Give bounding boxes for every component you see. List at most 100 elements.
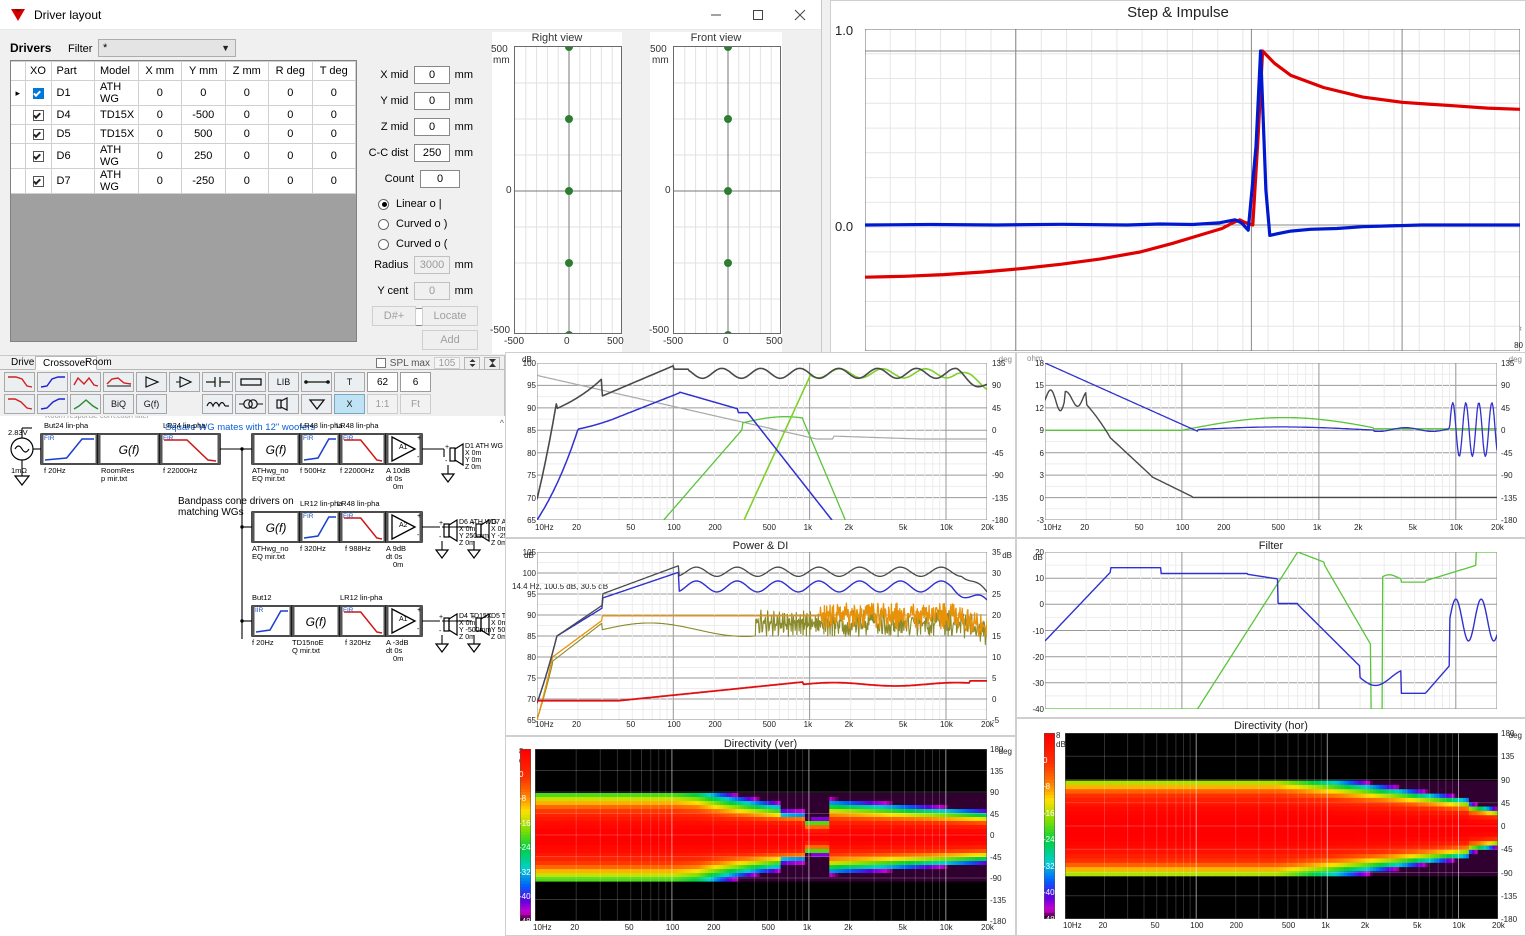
radio-icon[interactable] [378,218,389,230]
colorbar-tick-neg48: -48 [1043,915,1055,924]
ytick-90: 90 [992,381,1001,391]
front-view-title: Front view [690,32,742,44]
ytick-30: 30 [992,569,1001,578]
step-impulse-ytick-1: 1.0 [835,23,854,38]
xo-checkbox[interactable] [32,150,44,162]
maximize-icon[interactable] [737,0,779,30]
delete-tool-button[interactable]: X [334,394,365,414]
step-impulse-plot[interactable] [865,29,1520,351]
table-row[interactable]: D6 ATH WG 0 250 0 0 0 [11,143,356,169]
library-button[interactable]: LIB [268,372,299,392]
filter-plot[interactable] [1045,552,1497,709]
xo-checkbox[interactable] [32,109,44,121]
inductor-icon[interactable] [202,394,233,414]
schematic-black-note: Bandpass cone drivers on matching WGs [178,496,294,518]
lowpass2-filter-icon[interactable] [37,394,68,414]
ytick-80: 80 [527,448,536,458]
cell-x: 0 [137,105,182,125]
xtick-10k: 10k [1449,523,1463,532]
param-input-ccdist[interactable]: 250 [414,144,450,162]
cell-y: -250 [181,168,226,194]
spl-max-value[interactable]: 105 [434,357,460,369]
lowpass-filter-icon[interactable] [37,372,68,392]
table-row[interactable]: D5 TD15X 0 500 0 0 0 [11,124,356,144]
ytick-65: 65 [527,716,536,725]
add-button[interactable]: Add [422,330,478,350]
toolbar-number-left[interactable]: 62 [367,372,398,392]
close-icon[interactable] [779,0,821,30]
transfer-function-button[interactable]: G(f) [136,394,167,414]
cell-part: D5 [50,124,95,144]
buffer-icon[interactable] [169,372,200,392]
bell-filter-icon[interactable] [70,394,101,414]
tab-room[interactable]: Room [78,356,119,370]
highpass-filter-icon[interactable] [4,372,35,392]
directivity-hor-plot[interactable] [1065,733,1498,919]
table-header-row: XO Part Model X mm Y mm Z mm R deg T deg [11,61,356,81]
capacitor-icon[interactable] [202,372,233,392]
right-view-ybottom: -500 [490,325,511,336]
schematic-label: f 20Hz [252,638,274,647]
xtick-5k: 5k [1413,921,1422,930]
arrangement-option-2[interactable]: Curved o ( [368,234,473,254]
radio-icon[interactable] [378,238,389,250]
ytick-15: 15 [992,632,1001,641]
schematic-label: LR48 lin-pha [337,499,380,508]
table-row[interactable]: D7 ATH WG 0 -250 0 0 0 [11,168,356,194]
arrangement-option-1[interactable]: Curved o ) [368,214,473,234]
directivity-ver-plot[interactable] [535,749,987,921]
param-input-ymid[interactable]: 0 [414,92,450,110]
toolbar-number-right[interactable]: 6 [400,372,431,392]
drivers-table[interactable]: XO Part Model X mm Y mm Z mm R deg T deg ▸ D1 ATH… [11,61,356,194]
right-view-xmid: 0 [564,336,570,347]
param-input-ycent[interactable]: 0 [414,282,450,300]
xtick-20k: 20k [1492,921,1505,930]
spl-max-checkbox[interactable] [375,358,386,368]
crossover-schematic[interactable]: Room response correction filter Square W… [0,416,505,936]
param-input-zmid[interactable]: 0 [414,118,450,136]
ground-icon[interactable] [301,394,332,414]
biquad-button[interactable]: BiQ [103,394,134,414]
text-tool-button[interactable]: T [334,372,365,392]
shelf-filter-icon[interactable] [103,372,134,392]
d-number-button[interactable]: D#+ [372,306,416,326]
transformer-icon[interactable] [235,394,266,414]
front-view-ybottom: -500 [649,325,670,336]
table-row[interactable]: D4 TD15X 0 -500 0 0 0 [11,105,356,125]
power-di-plot[interactable] [537,552,987,720]
spl-plot[interactable] [537,363,987,520]
updown-spinner-icon[interactable] [464,356,480,370]
resistor-icon[interactable] [235,372,266,392]
amplifier-icon[interactable] [136,372,167,392]
wire-icon[interactable] [301,372,332,392]
param-input-xmid[interactable]: 0 [414,66,450,84]
ytick-0: 0 [992,426,997,436]
hourglass-icon[interactable] [484,356,500,370]
highpass2-filter-icon[interactable] [4,394,35,414]
xo-checkbox[interactable] [32,87,44,99]
arrangement-option-0[interactable]: Linear o | [368,194,473,214]
fit-button[interactable]: Ft [400,394,431,414]
schematic-scroll-up-caret[interactable]: ^ [500,418,504,428]
impedance-plot[interactable] [1045,363,1497,520]
param-input-radius[interactable]: 3000 [414,256,450,274]
table-row[interactable]: ▸ D1 ATH WG 0 0 0 0 0 [11,80,356,106]
bandpass-filter-icon[interactable] [70,372,101,392]
step-impulse-scroll-caret[interactable]: ‹ [1519,323,1522,333]
xtick-100: 100 [1190,921,1204,930]
schematic-label: LR48 lin-pha [336,421,379,430]
driver-icon[interactable] [268,394,299,414]
param-input-count[interactable]: 0 [420,170,460,188]
ytick-70: 70 [527,695,536,704]
filter-combo[interactable]: * ▼ [98,39,236,57]
ytick-neg45: -45 [1501,448,1513,458]
xo-checkbox[interactable] [32,175,44,187]
minimize-icon[interactable] [695,0,737,30]
xtick-2k: 2k [844,720,854,729]
xtick-100: 100 [665,923,680,932]
zoom-ratio-button[interactable]: 1:1 [367,394,398,414]
radio-icon[interactable] [378,198,389,210]
locate-button[interactable]: Locate [422,306,478,326]
spl-max-group: SPL max 105 [375,356,500,370]
xo-checkbox[interactable] [32,128,44,140]
